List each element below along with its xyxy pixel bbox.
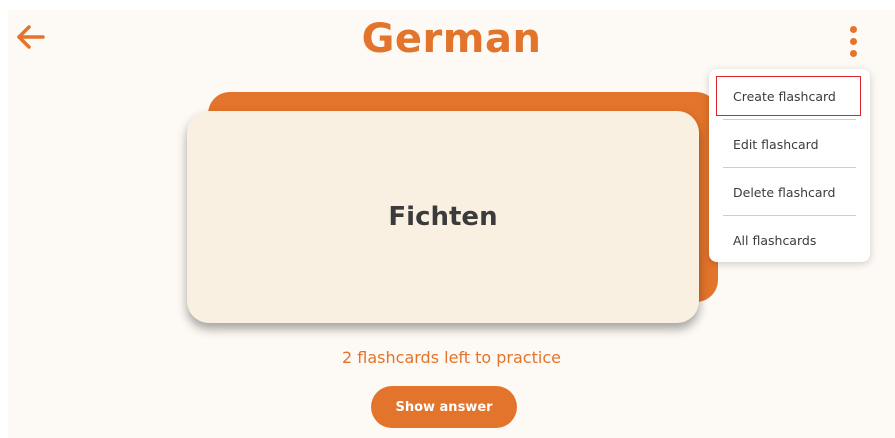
app-screen: German Fichten 2 flashcards left to prac… xyxy=(8,10,895,438)
flashcard[interactable]: Fichten xyxy=(187,111,699,323)
menu-divider xyxy=(723,215,856,216)
menu-item-create-flashcard[interactable]: Create flashcard xyxy=(716,76,861,116)
menu-item-delete-flashcard[interactable]: Delete flashcard xyxy=(717,173,860,211)
menu-divider xyxy=(723,119,856,120)
menu-item-edit-flashcard[interactable]: Edit flashcard xyxy=(717,125,860,163)
menu-item-all-flashcards[interactable]: All flashcards xyxy=(717,221,860,259)
show-answer-button[interactable]: Show answer xyxy=(371,386,517,428)
remaining-count-text: 2 flashcards left to practice xyxy=(342,348,561,367)
page-title: German xyxy=(361,16,542,62)
options-menu: Create flashcard Edit flashcard Delete f… xyxy=(709,69,870,262)
flashcard-word: Fichten xyxy=(388,202,498,232)
more-options-button[interactable] xyxy=(844,24,864,60)
menu-divider xyxy=(723,167,856,168)
